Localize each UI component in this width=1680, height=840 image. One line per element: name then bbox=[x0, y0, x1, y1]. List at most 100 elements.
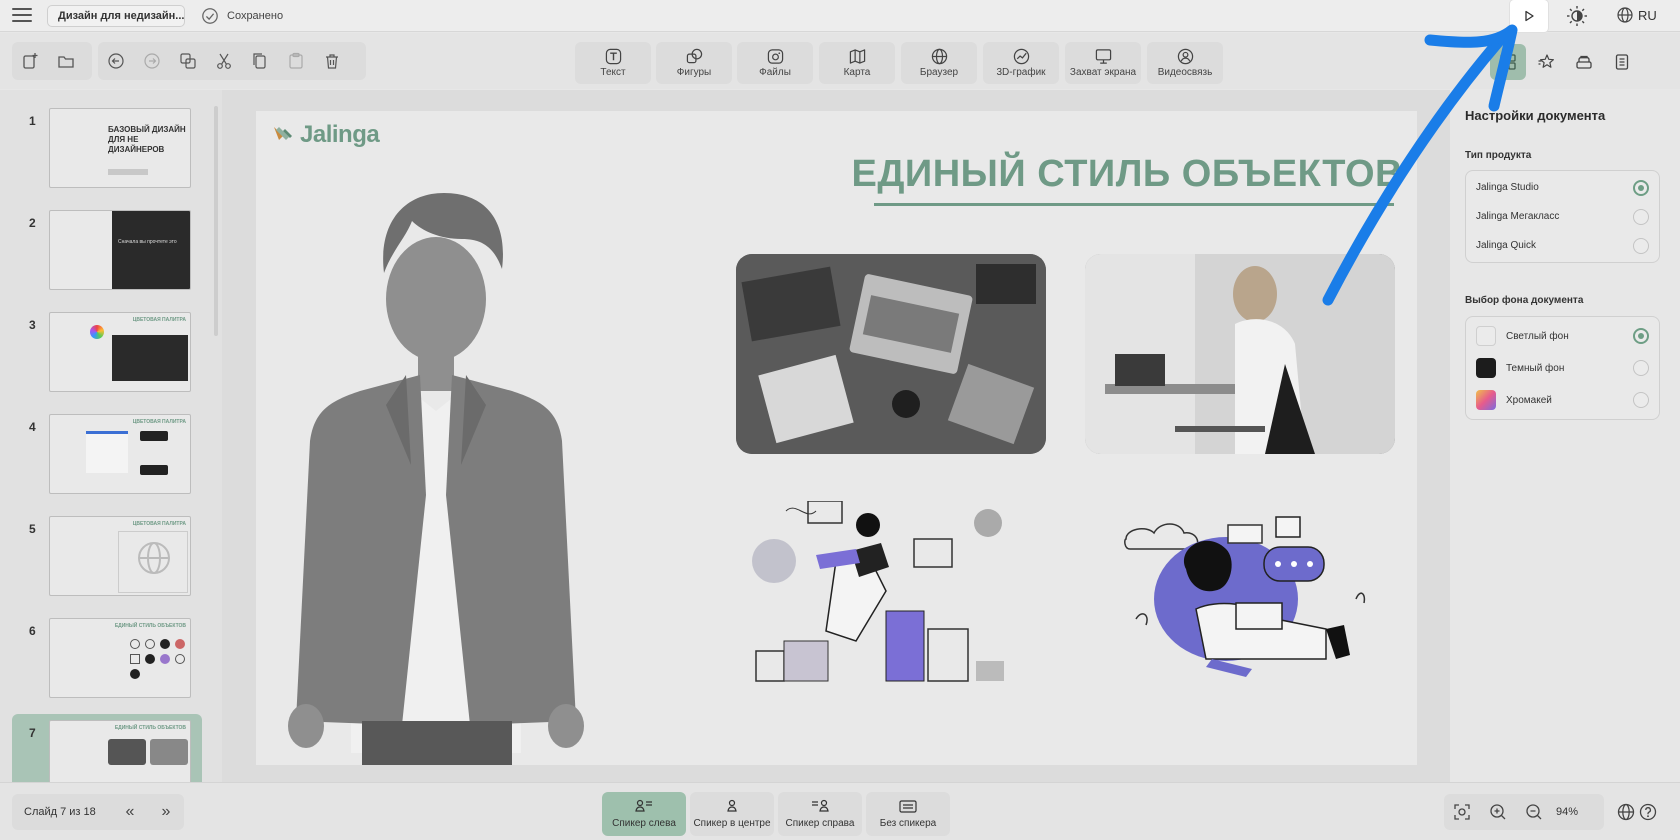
language-label: RU bbox=[1638, 7, 1657, 23]
radio-unselected[interactable] bbox=[1633, 208, 1649, 225]
fit-screen-button[interactable] bbox=[1444, 794, 1480, 830]
help-button[interactable] bbox=[1630, 794, 1666, 830]
cut-button[interactable] bbox=[206, 44, 242, 78]
language-selector[interactable]: RU bbox=[1617, 7, 1657, 23]
tool-shapes[interactable]: Фигуры bbox=[656, 42, 732, 84]
desk-photo[interactable] bbox=[736, 254, 1046, 454]
option-label: Хромакей bbox=[1506, 394, 1552, 406]
no-speaker-button[interactable]: Без спикера bbox=[866, 792, 950, 836]
product-type-option-studio[interactable]: Jalinga Studio bbox=[1466, 173, 1659, 202]
help-icon bbox=[1639, 803, 1657, 821]
tool-map[interactable]: Карта bbox=[819, 42, 895, 84]
duplicate-button[interactable] bbox=[170, 44, 206, 78]
slide-thumbnail-6[interactable]: 6 ЕДИНЫЙ СТИЛЬ ОБЪЕКТОВ bbox=[12, 612, 202, 704]
theme-toggle-icon[interactable] bbox=[1566, 5, 1588, 27]
design-panel-button[interactable] bbox=[1490, 44, 1526, 80]
slide-thumbnail-3[interactable]: 3 ЦВЕТОВАЯ ПАЛИТРА bbox=[12, 306, 202, 398]
layers-panel-button[interactable] bbox=[1566, 44, 1602, 80]
slide-thumbnail-5[interactable]: 5 ЦВЕТОВАЯ ПАЛИТРА bbox=[12, 510, 202, 602]
speaker-center-icon bbox=[727, 799, 737, 812]
tool-screen-capture[interactable]: Захват экрана bbox=[1065, 42, 1141, 84]
slide-thumbnail-1[interactable]: 1 БАЗОВЫЙ ДИЗАЙН ДЛЯ НЕ ДИЗАЙНЕРОВ bbox=[12, 102, 202, 194]
slides-panel: 1 БАЗОВЫЙ ДИЗАЙН ДЛЯ НЕ ДИЗАЙНЕРОВ 2 Сна… bbox=[0, 90, 222, 782]
menu-icon[interactable] bbox=[12, 8, 32, 24]
new-slide-icon bbox=[23, 53, 38, 69]
speaker-right-button[interactable]: Спикер справа bbox=[778, 792, 862, 836]
radio-unselected[interactable] bbox=[1633, 237, 1649, 254]
slide-preview: ЦВЕТОВАЯ ПАЛИТРА bbox=[49, 516, 191, 596]
speaker-center-button[interactable]: Спикер в центре bbox=[690, 792, 774, 836]
color-wheel-image bbox=[90, 325, 104, 339]
slide-number: 1 bbox=[29, 114, 36, 128]
notes-panel-button[interactable] bbox=[1604, 44, 1640, 80]
slide-preview-bar bbox=[108, 169, 148, 175]
slide-canvas[interactable]: Jalinga ЕДИНЫЙ СТИЛЬ ОБЪЕКТОВ bbox=[256, 111, 1417, 765]
zoom-in-button[interactable] bbox=[1480, 794, 1516, 830]
background-option-light[interactable]: Светлый фон bbox=[1466, 320, 1659, 352]
tool-text[interactable]: Текст bbox=[575, 42, 651, 84]
radio-unselected[interactable] bbox=[1633, 360, 1649, 376]
option-label: Jalinga Studio bbox=[1476, 182, 1539, 193]
open-folder-button[interactable] bbox=[48, 44, 84, 78]
delete-button[interactable] bbox=[314, 44, 350, 78]
slide-preview-text: Сначала вы прочтете это bbox=[118, 239, 177, 245]
preview-photo bbox=[108, 739, 146, 765]
no-speaker-label: Без спикера bbox=[879, 818, 937, 829]
speaker-right-icon bbox=[812, 799, 829, 812]
redo-button[interactable] bbox=[134, 44, 170, 78]
tool-files[interactable]: Файлы bbox=[737, 42, 813, 84]
speaker-left-label: Спикер слева bbox=[612, 818, 676, 829]
tool-video-call[interactable]: Видеосвязь bbox=[1147, 42, 1223, 84]
background-option-dark[interactable]: Темный фон bbox=[1466, 352, 1659, 384]
preview-badge bbox=[140, 431, 168, 441]
speaker-left-button[interactable]: Спикер слева bbox=[602, 792, 686, 836]
slide-thumbnail-2[interactable]: 2 Сначала вы прочтете это bbox=[12, 204, 202, 296]
effects-panel-button[interactable] bbox=[1528, 44, 1564, 80]
woman-laptop-photo[interactable] bbox=[1085, 254, 1395, 454]
new-slide-button[interactable] bbox=[12, 44, 48, 78]
speaker-placeholder-image[interactable] bbox=[276, 161, 596, 765]
radio-selected[interactable] bbox=[1633, 328, 1649, 344]
tool-shapes-label: Фигуры bbox=[676, 67, 712, 78]
woman-laptop-photo-image bbox=[1085, 254, 1395, 454]
chromakey-swatch bbox=[1476, 390, 1496, 410]
slides-scrollbar[interactable] bbox=[214, 106, 218, 336]
play-button[interactable] bbox=[1510, 0, 1548, 32]
slide-thumbnail-4[interactable]: 4 ЦВЕТОВАЯ ПАЛИТРА bbox=[12, 408, 202, 500]
document-title[interactable]: Дизайн для недизайн... bbox=[47, 5, 185, 27]
canvas-area: Jalinga ЕДИНЫЙ СТИЛЬ ОБЪЕКТОВ bbox=[222, 90, 1450, 782]
product-type-option-quick[interactable]: Jalinga Quick bbox=[1466, 231, 1659, 260]
background-option-chromakey[interactable]: Хромакей bbox=[1466, 384, 1659, 416]
option-label: Темный фон bbox=[1506, 362, 1565, 374]
save-status: Сохранено bbox=[201, 7, 283, 25]
radio-selected[interactable] bbox=[1633, 179, 1649, 196]
title-underline[interactable] bbox=[874, 203, 1394, 206]
girl-laptop-illustration[interactable] bbox=[746, 501, 1046, 701]
tool-3d-chart-label: 3D-график bbox=[996, 67, 1046, 78]
fit-screen-icon bbox=[1454, 804, 1470, 820]
copy-button[interactable] bbox=[242, 44, 278, 78]
tool-browser[interactable]: Браузер bbox=[901, 42, 977, 84]
paste-icon bbox=[289, 52, 303, 69]
prev-slide-button[interactable]: « bbox=[116, 794, 144, 830]
zoom-out-button[interactable] bbox=[1516, 794, 1552, 830]
next-slide-button[interactable]: » bbox=[152, 794, 180, 830]
paste-button[interactable] bbox=[278, 44, 314, 78]
speaker-center-label: Спикер в центре bbox=[693, 818, 771, 829]
zoom-controls: 94% bbox=[1444, 794, 1604, 830]
tool-3d-chart[interactable]: 3D-график bbox=[983, 42, 1059, 84]
product-type-option-megaclass[interactable]: Jalinga Мегакласс bbox=[1466, 202, 1659, 231]
redo-icon bbox=[144, 53, 160, 69]
slide-title[interactable]: ЕДИНЫЙ СТИЛЬ ОБЪЕКТОВ bbox=[851, 153, 1403, 196]
slide-preview: ЕДИНЫЙ СТИЛЬ ОБЪЕКТОВ bbox=[49, 618, 191, 698]
slide-preview-text: ЦВЕТОВАЯ ПАЛИТРА bbox=[132, 419, 186, 425]
radio-unselected[interactable] bbox=[1633, 392, 1649, 408]
chart-3d-icon bbox=[1013, 48, 1029, 65]
undo-button[interactable] bbox=[98, 44, 134, 78]
slide-counter: Слайд 7 из 18 « » bbox=[12, 794, 184, 830]
option-label: Jalinga Мегакласс bbox=[1476, 211, 1560, 222]
slide-thumbnail-7[interactable]: 7 ЕДИНЫЙ СТИЛЬ ОБЪЕКТОВ bbox=[12, 714, 202, 782]
no-speaker-icon bbox=[899, 800, 917, 813]
woman-chat-illustration[interactable] bbox=[1116, 499, 1386, 699]
zoom-level: 94% bbox=[1556, 806, 1579, 818]
